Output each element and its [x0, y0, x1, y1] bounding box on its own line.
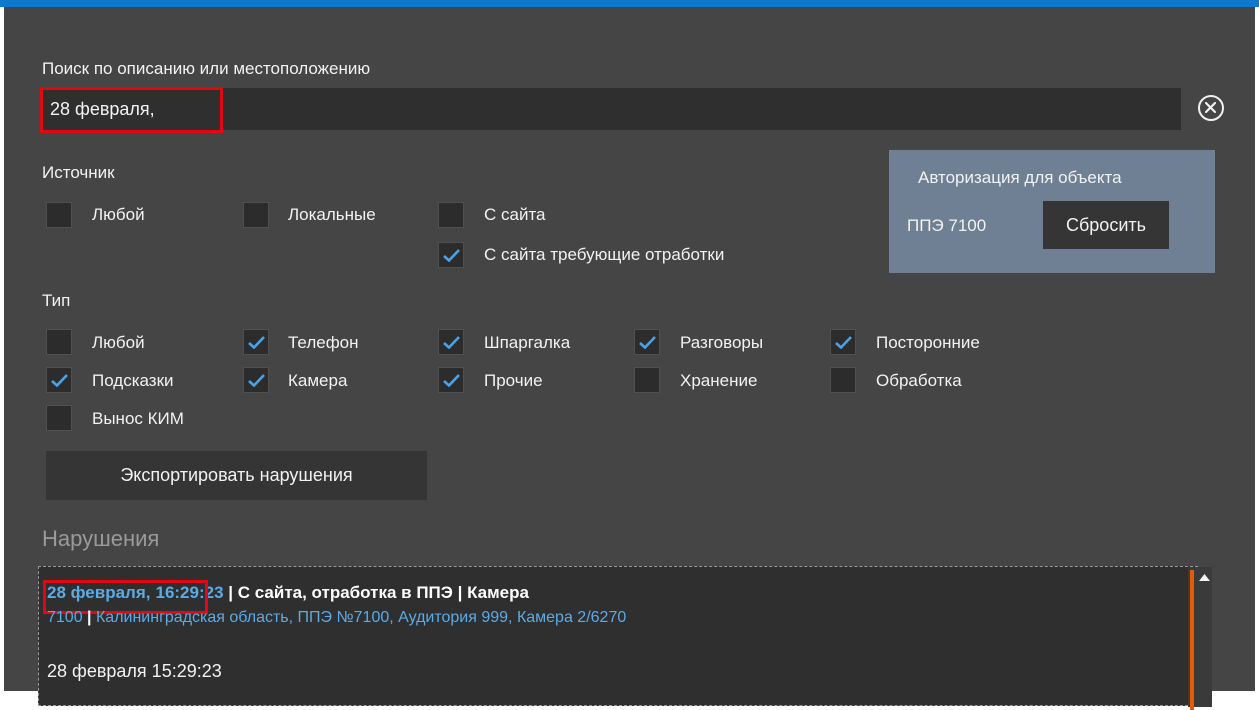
- type-checkbox-processing[interactable]: [830, 367, 856, 393]
- type-checkbox-phone[interactable]: [243, 329, 269, 355]
- type-label-talks: Разговоры: [680, 333, 764, 352]
- auth-panel: Авторизация для объекта ППЭ 7100 Сбросит…: [889, 150, 1215, 273]
- type-title: Тип: [42, 291, 71, 310]
- type-checkbox-cheatsheet[interactable]: [438, 329, 464, 355]
- source-label-any: Любой: [92, 205, 145, 224]
- triangle-up-icon: [1199, 574, 1210, 581]
- scrollbar-accent: [1190, 570, 1194, 710]
- type-label-processing: Обработка: [876, 371, 962, 390]
- reset-button[interactable]: Сбросить: [1043, 201, 1169, 249]
- search-label: Поиск по описанию или местоположению: [42, 59, 371, 78]
- type-checkbox-camera[interactable]: [243, 367, 269, 393]
- separator: |: [82, 609, 96, 626]
- separator: |: [452, 583, 468, 602]
- auth-object: ППЭ 7100: [907, 216, 987, 235]
- close-icon: [1205, 102, 1216, 113]
- separator: |: [223, 583, 238, 602]
- source-checkbox-site[interactable]: [438, 202, 464, 228]
- type-checkbox-hints[interactable]: [46, 367, 72, 393]
- type-checkbox-any[interactable]: [46, 329, 72, 355]
- checkmark-icon: [639, 336, 656, 349]
- source-label-site-needs-processing: С сайта требующие отработки: [484, 245, 725, 264]
- source-label-local: Локальные: [288, 205, 376, 224]
- type-checkbox-talks[interactable]: [634, 329, 660, 355]
- type-checkbox-other[interactable]: [438, 367, 464, 393]
- checkmark-icon: [248, 374, 265, 387]
- type-label-camera: Камера: [288, 371, 348, 390]
- type-label-other: Прочие: [484, 371, 543, 390]
- auth-title: Авторизация для объекта: [918, 168, 1122, 187]
- checkmark-icon: [248, 336, 265, 349]
- checkmark-icon: [443, 374, 460, 387]
- violation-code-link[interactable]: 7100: [47, 609, 83, 626]
- filter-panel: Поиск по описанию или местоположению 28 …: [4, 7, 1255, 710]
- type-checkbox-kim-removal[interactable]: [46, 405, 72, 431]
- type-label-phone: Телефон: [288, 333, 359, 352]
- type-label-hints: Подсказки: [92, 371, 174, 390]
- source-checkbox-any[interactable]: [46, 202, 72, 228]
- checkmark-icon: [443, 336, 460, 349]
- clear-search-button[interactable]: [1198, 95, 1224, 121]
- list-item-location[interactable]: 7100 | Калининградская область, ППЭ №710…: [47, 609, 626, 627]
- highlight-box: [40, 87, 223, 133]
- checkmark-icon: [443, 249, 460, 262]
- source-title: Источник: [42, 163, 115, 182]
- scroll-up-button[interactable]: [1197, 570, 1212, 595]
- source-checkbox-site-needs-processing[interactable]: [438, 242, 464, 268]
- type-label-kim-removal: Вынос КИМ: [92, 409, 184, 428]
- violation-location-link[interactable]: Калининградская область, ППЭ №7100, Ауди…: [96, 609, 626, 626]
- violations-list: 28 февраля, 16:29:23 | С сайта, отработка…: [38, 566, 1212, 710]
- source-checkbox-local[interactable]: [243, 202, 269, 228]
- window-accent-bar: [0, 0, 1259, 7]
- export-violations-button[interactable]: Экспортировать нарушения: [46, 451, 427, 500]
- source-label-site: С сайта: [484, 205, 546, 224]
- violation-source: С сайта, отработка в ППЭ: [237, 583, 453, 602]
- violation-description: 28 февраля 15:29:23: [47, 661, 222, 681]
- type-checkbox-outsiders[interactable]: [830, 329, 856, 355]
- violations-title: Нарушения: [42, 526, 160, 551]
- type-label-any: Любой: [92, 333, 145, 352]
- type-checkbox-storage[interactable]: [634, 367, 660, 393]
- violation-type: Камера: [467, 583, 529, 602]
- type-label-outsiders: Посторонние: [876, 333, 980, 352]
- type-label-storage: Хранение: [680, 371, 758, 390]
- checkmark-icon: [51, 374, 68, 387]
- checkmark-icon: [835, 336, 852, 349]
- type-label-cheatsheet: Шпаргалка: [484, 333, 571, 352]
